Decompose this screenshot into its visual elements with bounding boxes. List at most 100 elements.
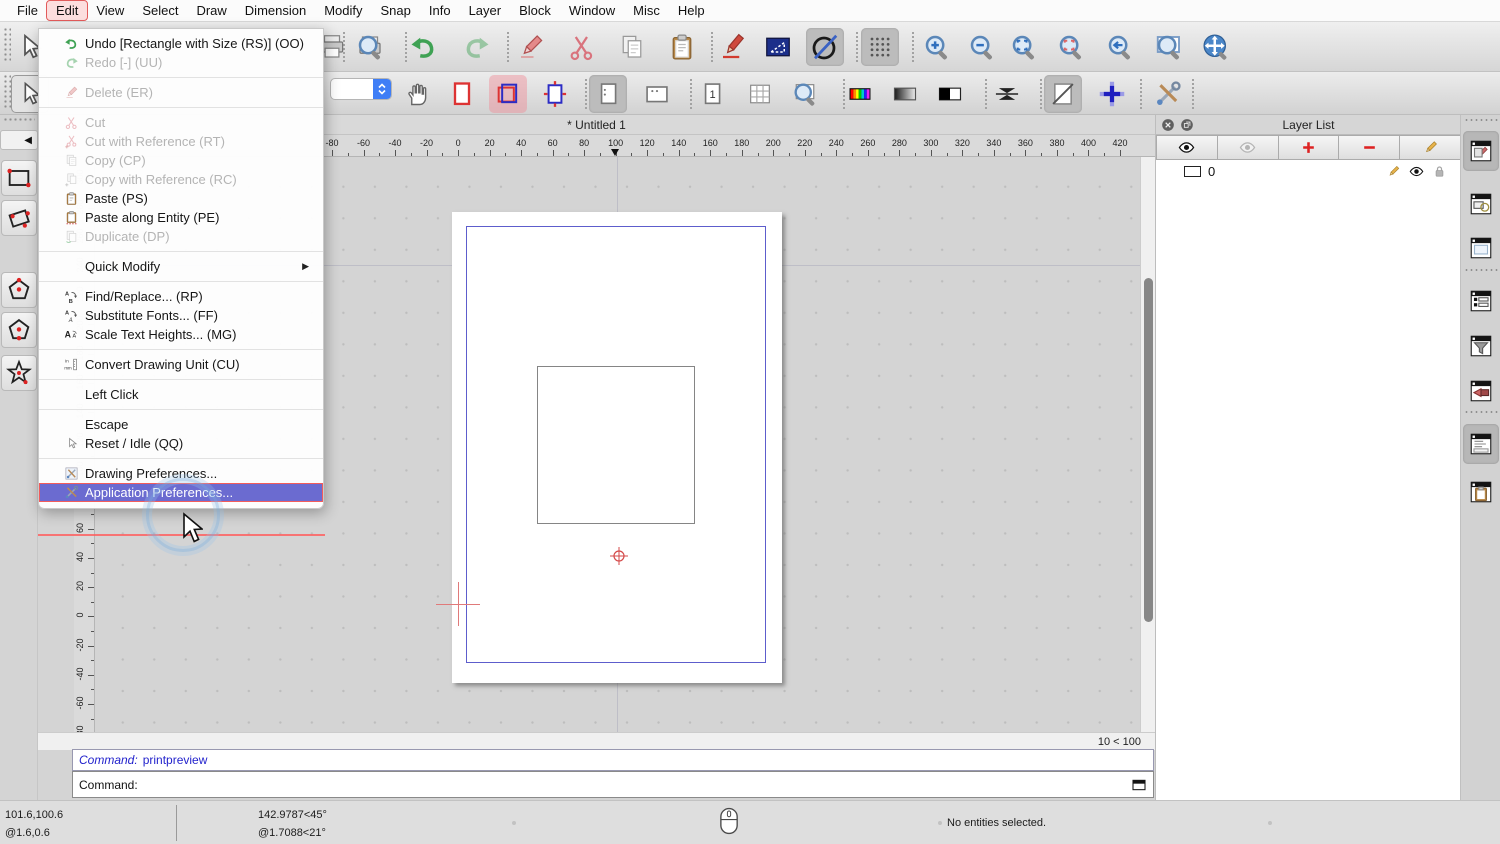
dock-toggle-command-window[interactable] — [1463, 424, 1499, 464]
draworder-button[interactable] — [759, 28, 797, 66]
show-all-layers-button[interactable] — [1156, 135, 1218, 160]
pen-circle-button[interactable] — [806, 28, 844, 66]
pan-paper-button[interactable] — [398, 75, 436, 113]
menu-item-cut[interactable]: Cut — [39, 113, 323, 132]
toolbar-drag-handle[interactable] — [3, 117, 35, 123]
menu-item-quick-modify[interactable]: Quick Modify▶ — [39, 257, 323, 276]
page-portrait-button[interactable] — [589, 75, 627, 113]
vertical-scrollbar[interactable] — [1140, 157, 1155, 732]
delete-button[interactable] — [512, 28, 550, 66]
print-scale-select[interactable] — [330, 78, 392, 100]
command-input-line[interactable]: Command: — [72, 771, 1154, 798]
menu-item-copy-cp[interactable]: Copy (CP) — [39, 151, 323, 170]
undo-button[interactable] — [405, 28, 443, 66]
grid-dots-button[interactable] — [861, 28, 899, 66]
line-width-button[interactable] — [988, 75, 1026, 113]
grayscale-mode-button[interactable] — [886, 75, 924, 113]
zoom-window-button[interactable] — [1150, 28, 1188, 66]
menu-edit[interactable]: Edit — [47, 1, 87, 20]
cut-button[interactable] — [563, 28, 601, 66]
menu-window[interactable]: Window — [560, 1, 624, 20]
rectangle-entity[interactable] — [537, 366, 695, 524]
visibility-eye-icon[interactable] — [1409, 164, 1424, 179]
print-preview-button[interactable] — [351, 28, 389, 66]
star-tool-button[interactable] — [1, 355, 37, 391]
dock-toggle-projector-window[interactable] — [1463, 371, 1499, 411]
menu-file[interactable]: File — [8, 1, 47, 20]
dock-toggle-list-window[interactable] — [1463, 281, 1499, 321]
menu-item-undo-rectangle-with-size-rs-oo[interactable]: Undo [Rectangle with Size (RS)] (OO) — [39, 34, 323, 53]
crosshair-button[interactable] — [1093, 75, 1131, 113]
hide-all-layers-button[interactable] — [1218, 135, 1279, 160]
rectangle-2corners-tool-button[interactable] — [1, 160, 37, 196]
toolbar-drag-handle[interactable] — [3, 74, 11, 110]
horizontal-scrollbar[interactable]: 10 < 100 — [38, 732, 1155, 750]
menu-dimension[interactable]: Dimension — [236, 1, 315, 20]
settings-tools-button[interactable] — [1149, 75, 1187, 113]
remove-layer-button[interactable] — [1339, 135, 1400, 160]
menu-snap[interactable]: Snap — [372, 1, 420, 20]
collapse-toolbar-button[interactable]: ◀ — [0, 130, 38, 150]
zoom-auto-button[interactable] — [1005, 28, 1043, 66]
edit-pencil-icon[interactable] — [1386, 164, 1401, 179]
fit-page-button[interactable] — [443, 75, 481, 113]
zoom-page-button[interactable] — [786, 75, 824, 113]
menu-draw[interactable]: Draw — [187, 1, 235, 20]
page-multi-button[interactable] — [741, 75, 779, 113]
zoom-in-button[interactable] — [918, 28, 956, 66]
menu-view[interactable]: View — [87, 1, 133, 20]
float-icon[interactable] — [1180, 118, 1194, 132]
zoom-out-button[interactable] — [963, 28, 1001, 66]
detach-window-icon[interactable] — [1131, 777, 1147, 793]
menu-item-substitute-fonts-ff[interactable]: AASubstitute Fonts... (FF) — [39, 306, 323, 325]
menu-item-convert-drawing-unit-cu[interactable]: inmmConvert Drawing Unit (CU) — [39, 355, 323, 374]
draft-mode-button[interactable] — [1044, 75, 1082, 113]
paste-button[interactable] — [663, 28, 701, 66]
redo-button[interactable] — [457, 28, 495, 66]
menu-item-redo-uu[interactable]: Redo [-] (UU) — [39, 53, 323, 72]
toolbar-drag-handle[interactable] — [3, 27, 11, 63]
menu-item-find-replace-rp[interactable]: ABFind/Replace... (RP) — [39, 287, 323, 306]
dock-toggle-funnel-window[interactable] — [1463, 326, 1499, 366]
fit-paper-button[interactable] — [536, 75, 574, 113]
menu-item-escape[interactable]: Escape — [39, 415, 323, 434]
menu-misc[interactable]: Misc — [624, 1, 669, 20]
menu-item-left-click[interactable]: Left Click — [39, 385, 323, 404]
edit-layer-button[interactable] — [1400, 135, 1461, 160]
menu-item-duplicate-dp[interactable]: Duplicate (DP) — [39, 227, 323, 246]
add-layer-button[interactable] — [1279, 135, 1340, 160]
menu-select[interactable]: Select — [133, 1, 187, 20]
zoom-pan-button[interactable] — [1197, 28, 1235, 66]
polygon-center-corner-tool-button[interactable] — [1, 272, 37, 308]
lock-icon[interactable] — [1432, 164, 1447, 179]
menu-item-copy-with-reference-rc[interactable]: Copy with Reference (RC) — [39, 170, 323, 189]
polygon-center-tangent-tool-button[interactable] — [1, 312, 37, 348]
dock-toggle-pencil-window[interactable] — [1463, 131, 1499, 171]
copy-button[interactable] — [613, 28, 651, 66]
menu-item-cut-with-reference-rt[interactable]: Cut with Reference (RT) — [39, 132, 323, 151]
zoom-selected-button[interactable] — [1052, 28, 1090, 66]
center-page-button[interactable] — [489, 75, 527, 113]
dock-toggle-blank-window[interactable] — [1463, 228, 1499, 268]
menu-item-paste-ps[interactable]: Paste (PS) — [39, 189, 323, 208]
menu-item-delete-er[interactable]: Delete (ER) — [39, 83, 323, 102]
page-single-button[interactable]: 1 — [693, 75, 731, 113]
menu-help[interactable]: Help — [669, 1, 714, 20]
layer-row[interactable]: 0 — [1156, 160, 1461, 182]
blackwhite-mode-button[interactable] — [931, 75, 969, 113]
menu-info[interactable]: Info — [420, 1, 460, 20]
rectangle-3points-tool-button[interactable] — [1, 200, 37, 236]
menu-item-paste-along-entity-pe[interactable]: Paste along Entity (PE) — [39, 208, 323, 227]
page-landscape-button[interactable] — [638, 75, 676, 113]
dock-handle[interactable] — [1464, 118, 1498, 122]
zoom-previous-button[interactable] — [1101, 28, 1139, 66]
vertical-scrollbar-thumb[interactable] — [1144, 278, 1153, 622]
pencil-edit-button[interactable] — [714, 28, 752, 66]
menu-item-reset-idle-qq[interactable]: Reset / Idle (QQ) — [39, 434, 323, 453]
dock-toggle-shapes-window[interactable] — [1463, 184, 1499, 224]
dock-toggle-clipboard-window[interactable] — [1463, 472, 1499, 512]
color-mode-button[interactable] — [841, 75, 879, 113]
close-icon[interactable] — [1161, 118, 1175, 132]
menu-layer[interactable]: Layer — [460, 1, 511, 20]
menu-modify[interactable]: Modify — [315, 1, 371, 20]
